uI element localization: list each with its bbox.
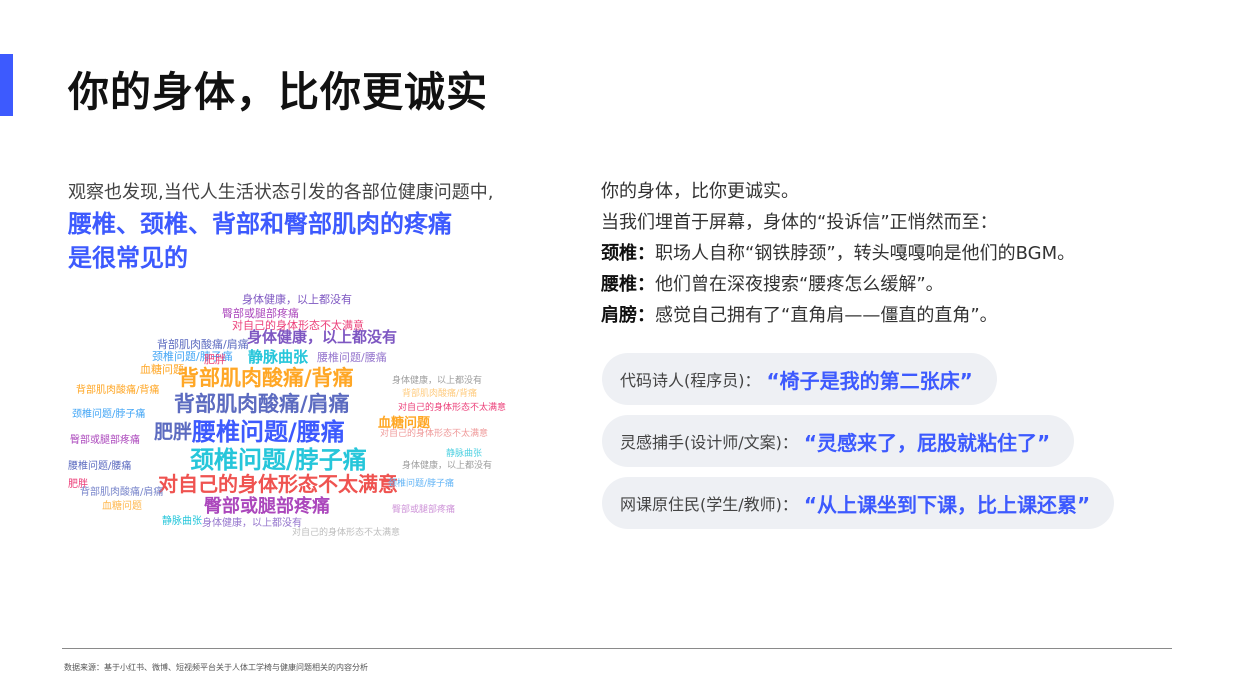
title-accent-bar [0, 54, 13, 116]
cloud-word: 腰椎问题/腰痛 [192, 418, 345, 446]
cloud-word: 背部肌肉酸痛/背痛 [76, 385, 160, 396]
cloud-word: 对自己的身体形态不太满意 [380, 429, 489, 439]
complaint-label: 肩膀： [601, 305, 655, 326]
cloud-word: 身体健康，以上都没有 [202, 518, 302, 529]
cloud-word: 背部肌肉酸痛/背痛 [178, 366, 354, 390]
quote-pill-designer: 灵感捕手(设计师/文案)： “灵感来了，屁股就粘住了” [602, 415, 1075, 467]
cloud-word: 肥胖 [68, 479, 88, 490]
cloud-word: 颈椎问题/脖子痛 [190, 446, 367, 474]
cloud-word: 对自己的身体形态不太满意 [158, 472, 398, 496]
complaint-text: 他们曾在深夜搜索“腰疼怎么缓解”。 [655, 274, 944, 295]
pill-quote: “灵感来了，屁股就粘住了” [803, 430, 1051, 455]
right-text-block: 你的身体，比你更诚实。 当我们埋首于屏幕，身体的“投诉信”正悄然而至： 颈椎：职… [601, 176, 1075, 331]
cloud-word: 身体健康，以上都没有 [402, 461, 493, 471]
cloud-word: 静脉曲张 [446, 449, 483, 459]
cloud-word: 背部肌肉酸痛/背痛 [402, 389, 478, 399]
word-cloud: 身体健康，以上都没有 臀部或腿部疼痛 对自己的身体形态不太满意 身体健康，以上都… [62, 284, 510, 540]
footer-divider [62, 648, 1172, 649]
cloud-word: 背部肌肉酸痛/肩痛 [157, 338, 249, 351]
cloud-word: 肥胖 [204, 353, 226, 366]
complaint-text: 职场人自称“钢铁脖颈”，转头嘎嘎响是他们的BGM。 [655, 243, 1076, 264]
cloud-word: 臀部或腿部疼痛 [70, 435, 140, 446]
highlight-line-1: 腰椎、颈椎、背部和臀部肌肉的疼痛 [68, 210, 452, 238]
cloud-word: 背部肌肉酸痛/肩痛 [174, 392, 350, 416]
left-highlight: 腰椎、颈椎、背部和臀部肌肉的疼痛 是很常见的 [68, 207, 452, 275]
cloud-word: 静脉曲张 [162, 516, 202, 527]
pill-quote: “椅子是我的第二张床” [766, 368, 973, 393]
complaint-text: 感觉自己拥有了“直角肩——僵直的直角”。 [655, 305, 998, 326]
right-line-2: 当我们埋首于屏幕，身体的“投诉信”正悄然而至： [601, 212, 998, 233]
cloud-word: 颈椎问题/脖子痛 [388, 479, 455, 489]
complaint-item-neck: 颈椎：职场人自称“钢铁脖颈”，转头嘎嘎响是他们的BGM。 [601, 238, 1075, 269]
cloud-word: 腰椎问题/腰痛 [68, 461, 132, 472]
cloud-word: 对自己的身体形态不太满意 [292, 528, 401, 538]
cloud-word: 臀部或腿部疼痛 [222, 307, 299, 320]
complaint-label: 腰椎： [601, 274, 655, 295]
cloud-word: 臀部或腿部疼痛 [392, 505, 456, 515]
complaint-item-waist: 腰椎：他们曾在深夜搜索“腰疼怎么缓解”。 [601, 269, 1075, 300]
cloud-word: 身体健康，以上都没有 [392, 376, 483, 386]
complaint-item-shoulder: 肩膀：感觉自己拥有了“直角肩——僵直的直角”。 [601, 300, 1075, 331]
pill-quote: “从上课坐到下课，比上课还累” [803, 492, 1091, 517]
cloud-word: 血糖问题 [102, 501, 142, 512]
cloud-word: 肥胖 [154, 421, 193, 443]
page-title: 你的身体，比你更诚实 [68, 68, 488, 116]
cloud-word: 背部肌肉酸痛/肩痛 [80, 487, 164, 498]
highlight-line-2: 是很常见的 [68, 244, 188, 272]
cloud-word: 身体健康，以上都没有 [247, 328, 398, 346]
cloud-word: 对自己的身体形态不太满意 [398, 403, 507, 413]
cloud-word: 腰椎问题/腰痛 [317, 351, 387, 364]
data-source: 数据来源：基于小红书、微博、短视频平台关于人体工学椅与健康问题相关的内容分析 [64, 663, 368, 672]
pill-role: 灵感捕手(设计师/文案)： [620, 433, 798, 452]
cloud-word: 身体健康，以上都没有 [242, 293, 352, 306]
cloud-word: 静脉曲张 [248, 348, 309, 366]
complaint-label: 颈椎： [601, 243, 655, 264]
pill-role: 代码诗人(程序员)： [620, 371, 761, 390]
cloud-word: 臀部或腿部疼痛 [204, 496, 330, 517]
cloud-word: 颈椎问题/脖子痛 [72, 409, 146, 420]
quote-pill-programmer: 代码诗人(程序员)： “椅子是我的第二张床” [602, 353, 997, 405]
quote-pill-student: 网课原住民(学生/教师)： “从上课坐到下课，比上课还累” [602, 477, 1115, 529]
right-line-1: 你的身体，比你更诚实。 [601, 181, 799, 202]
pill-role: 网课原住民(学生/教师)： [620, 495, 798, 514]
left-intro-text: 观察也发现,当代人生活状态引发的各部位健康问题中, [68, 182, 494, 203]
